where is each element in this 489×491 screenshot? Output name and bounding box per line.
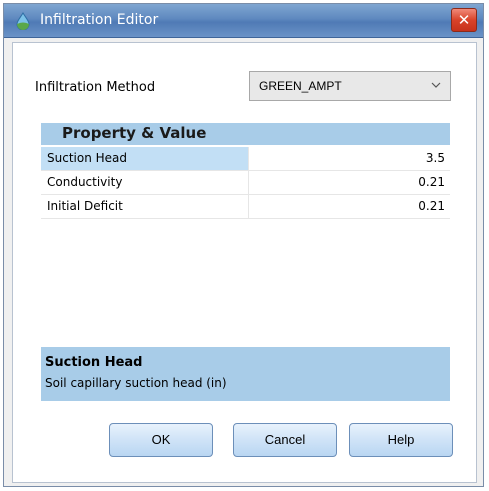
- property-name[interactable]: Suction Head: [41, 147, 249, 170]
- cancel-button[interactable]: Cancel: [233, 423, 337, 457]
- infiltration-method-label: Infiltration Method: [35, 80, 156, 95]
- description-panel: Suction Head Soil capillary suction head…: [41, 347, 450, 401]
- chevron-down-icon: [431, 82, 441, 88]
- help-button[interactable]: Help: [349, 423, 453, 457]
- grid-row-suction-head[interactable]: Suction Head 3.5: [41, 147, 450, 171]
- title-bar[interactable]: Infiltration Editor ✕: [4, 4, 483, 38]
- infiltration-editor-window: Infiltration Editor ✕ Infiltration Metho…: [3, 3, 484, 487]
- close-icon: ✕: [457, 11, 471, 29]
- property-grid-header: Property & Value: [41, 123, 450, 145]
- property-name[interactable]: Initial Deficit: [41, 195, 249, 218]
- window-title: Infiltration Editor: [40, 12, 159, 28]
- infiltration-method-dropdown[interactable]: GREEN_AMPT: [249, 71, 451, 101]
- property-grid: Suction Head 3.5 Conductivity 0.21 Initi…: [41, 147, 450, 219]
- app-icon: [16, 12, 30, 30]
- infiltration-method-value: GREEN_AMPT: [259, 79, 342, 93]
- property-value-heading: Property & Value: [62, 124, 207, 142]
- grid-row-initial-deficit[interactable]: Initial Deficit 0.21: [41, 195, 450, 219]
- grid-row-conductivity[interactable]: Conductivity 0.21: [41, 171, 450, 195]
- description-text: Soil capillary suction head (in): [45, 376, 227, 390]
- property-value[interactable]: 0.21: [249, 195, 450, 218]
- description-title: Suction Head: [45, 355, 143, 370]
- dialog-body: Infiltration Method GREEN_AMPT Property …: [12, 42, 477, 483]
- property-value[interactable]: 0.21: [249, 171, 450, 194]
- ok-button[interactable]: OK: [109, 423, 213, 457]
- property-value[interactable]: 3.5: [249, 147, 450, 170]
- close-button[interactable]: ✕: [451, 8, 477, 32]
- property-name[interactable]: Conductivity: [41, 171, 249, 194]
